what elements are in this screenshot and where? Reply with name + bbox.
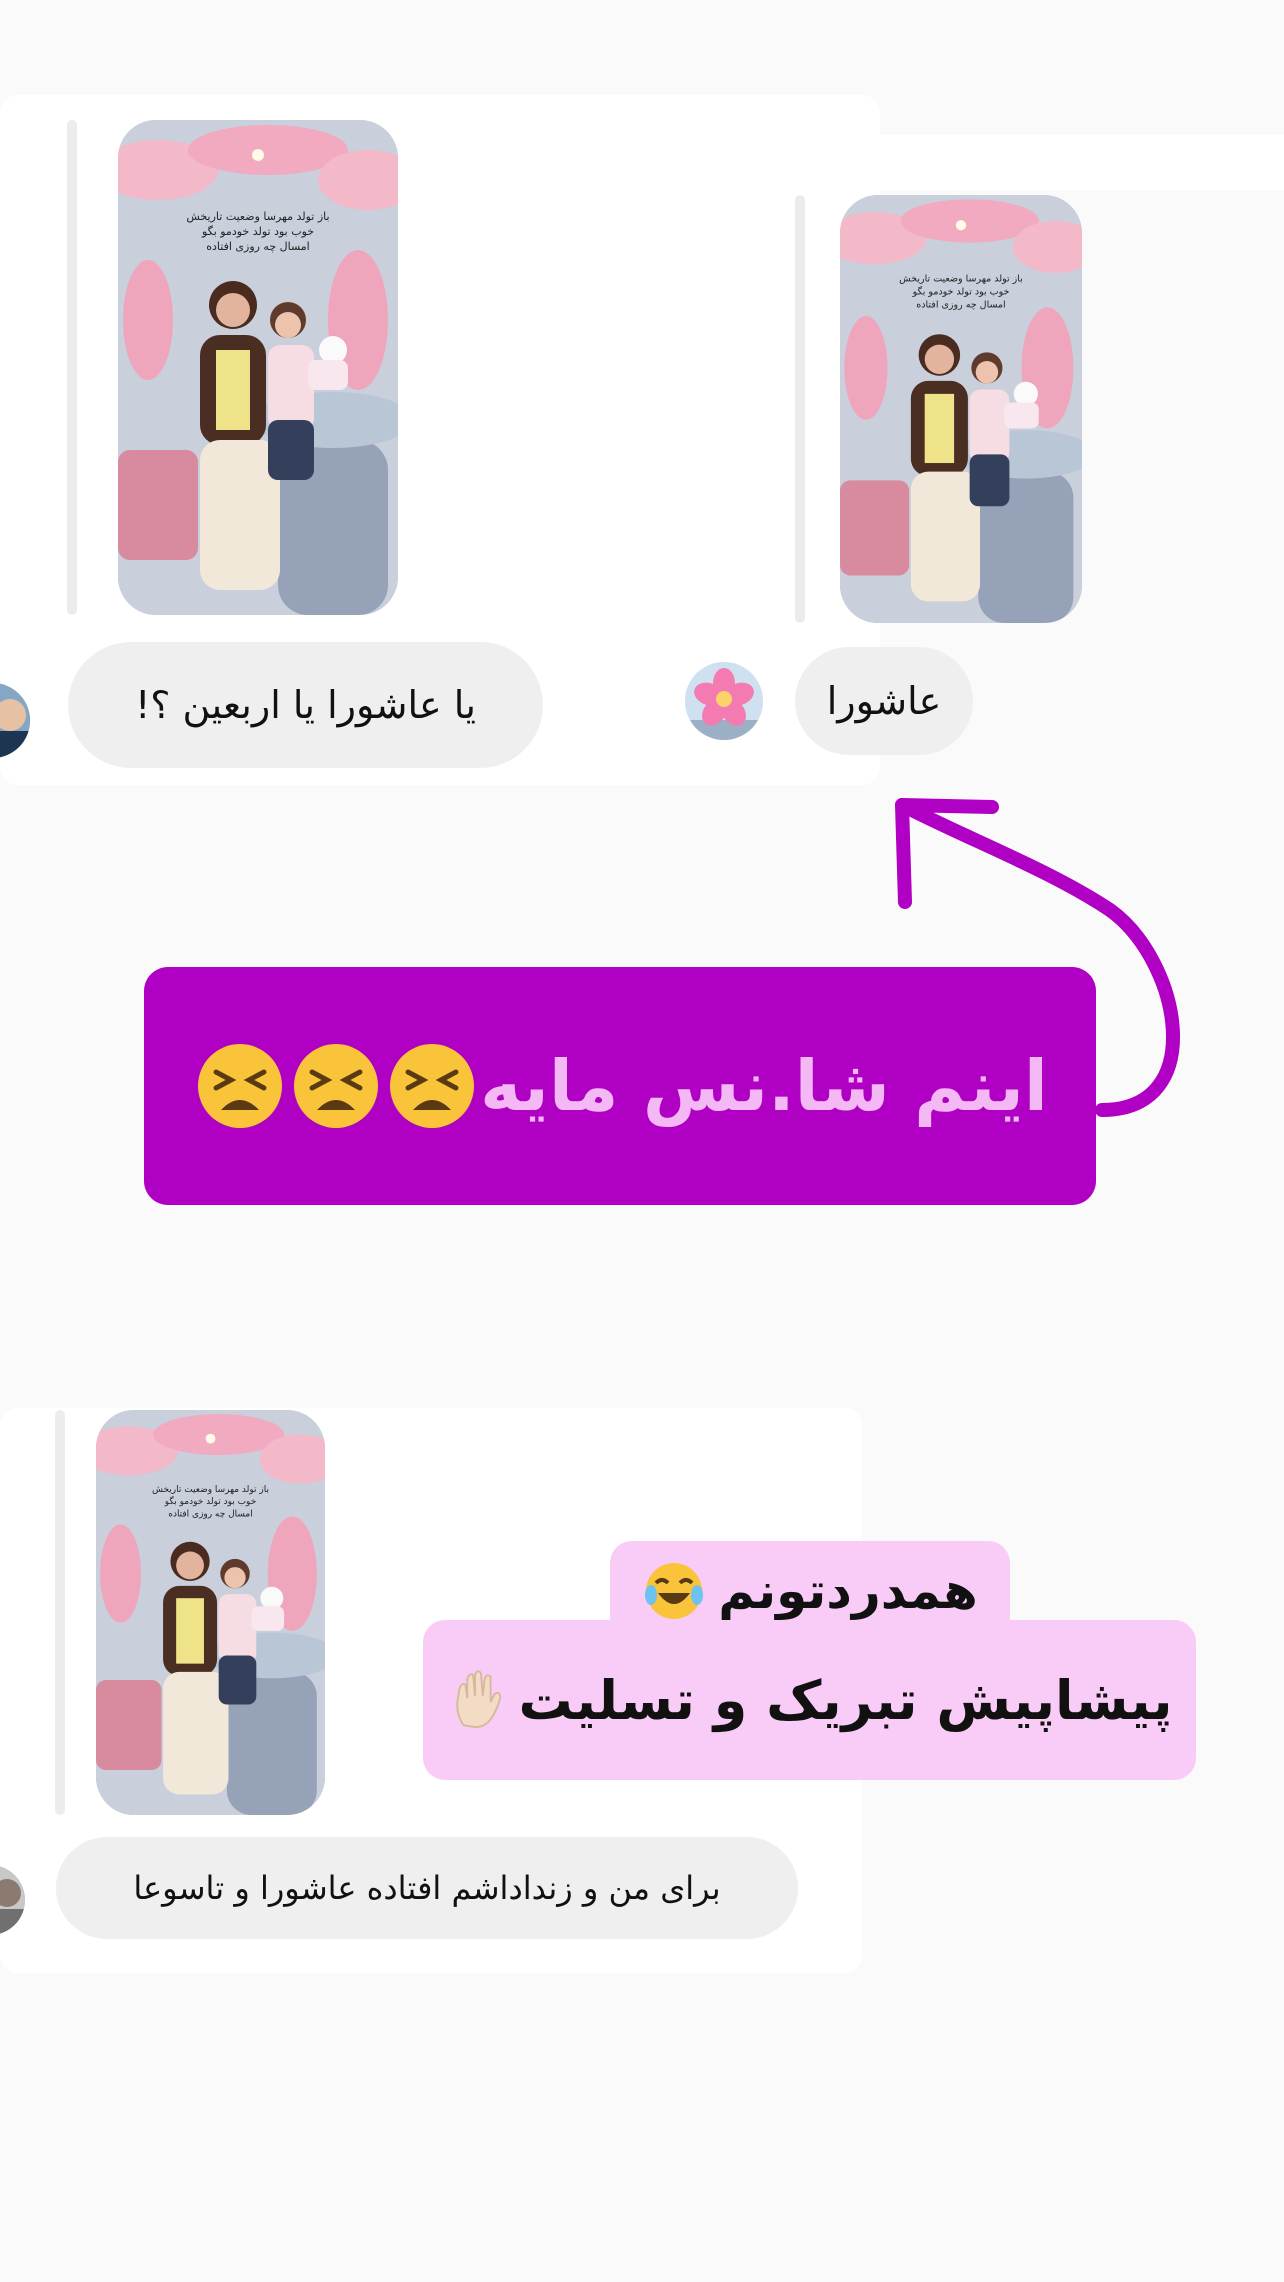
- svg-text:باز تولد مهرسا وضعیت تاریخش: باز تولد مهرسا وضعیت تاریخش: [152, 1485, 269, 1495]
- svg-text:باز تولد مهرسا وضعیت تاریخش: باز تولد مهرسا وضعیت تاریخش: [899, 273, 1023, 284]
- message-text: عاشورا: [826, 679, 942, 723]
- tired-face-icon: [390, 1044, 475, 1128]
- svg-text:امسال چه روزی افتاده: امسال چه روزی افتاده: [168, 1509, 253, 1519]
- flower-avatar[interactable]: [685, 662, 763, 740]
- cherry-blossom-icon: [685, 662, 763, 740]
- svg-text:امسال چه روزی افتاده: امسال چه روزی افتاده: [206, 240, 310, 253]
- story-thumbnail[interactable]: باز تولد مهرسا وضعیت تاریخش خوب بود تولد…: [840, 195, 1082, 623]
- svg-text:خوب بود تولد خودمو بگو: خوب بود تولد خودمو بگو: [164, 1495, 257, 1507]
- message-bubble-left[interactable]: یا عاشورا یا اربعین ؟!: [68, 642, 543, 768]
- story-thumbnail[interactable]: باز تولد مهرسا وضعیت تاریخش خوب بود تولد…: [118, 120, 398, 615]
- conversation-panel-right: [760, 135, 1284, 190]
- message-text: یا عاشورا یا اربعین ؟!: [135, 683, 476, 727]
- message-bubble-right[interactable]: عاشورا: [795, 647, 973, 755]
- reply-indicator-line: [67, 120, 77, 615]
- story-image: باز تولد مهرسا وضعیت تاریخش خوب بود تولد…: [840, 195, 1082, 623]
- svg-text:باز تولد مهرسا وضعیت تاریخش: باز تولد مهرسا وضعیت تاریخش: [186, 210, 329, 223]
- tired-face-icon: [294, 1044, 379, 1128]
- purple-text-sticker: اینم شا.نس مایه: [144, 967, 1096, 1205]
- reply-indicator-line: [55, 1410, 65, 1815]
- message-text: برای من و زنداداشم افتاده عاشورا و تاسوع…: [133, 1869, 721, 1907]
- svg-text:خوب بود تولد خودمو بگو: خوب بود تولد خودمو بگو: [912, 285, 1010, 297]
- tears-of-joy-icon: [645, 1563, 704, 1619]
- message-bubble-bottom[interactable]: برای من و زنداداشم افتاده عاشورا و تاسوع…: [56, 1837, 798, 1939]
- tired-face-icon: [198, 1044, 283, 1128]
- purple-sticker-text: اینم شا.نس مایه: [480, 1045, 1048, 1127]
- story-image: باز تولد مهرسا وضعیت تاریخش خوب بود تولد…: [118, 120, 398, 615]
- pink-sticker-line-2: پیشاپیش تبریک و تسلیت: [423, 1620, 1196, 1780]
- svg-text:خوب بود تولد خودمو بگو: خوب بود تولد خودمو بگو: [201, 225, 314, 238]
- story-thumbnail[interactable]: باز تولد مهرسا وضعیت تاریخش خوب بود تولد…: [96, 1410, 325, 1815]
- reply-indicator-line: [795, 195, 805, 623]
- raised-hand-icon: [456, 1670, 502, 1729]
- story-image: باز تولد مهرسا وضعیت تاریخش خوب بود تولد…: [96, 1410, 325, 1815]
- svg-text:امسال چه روزی افتاده: امسال چه روزی افتاده: [916, 299, 1005, 310]
